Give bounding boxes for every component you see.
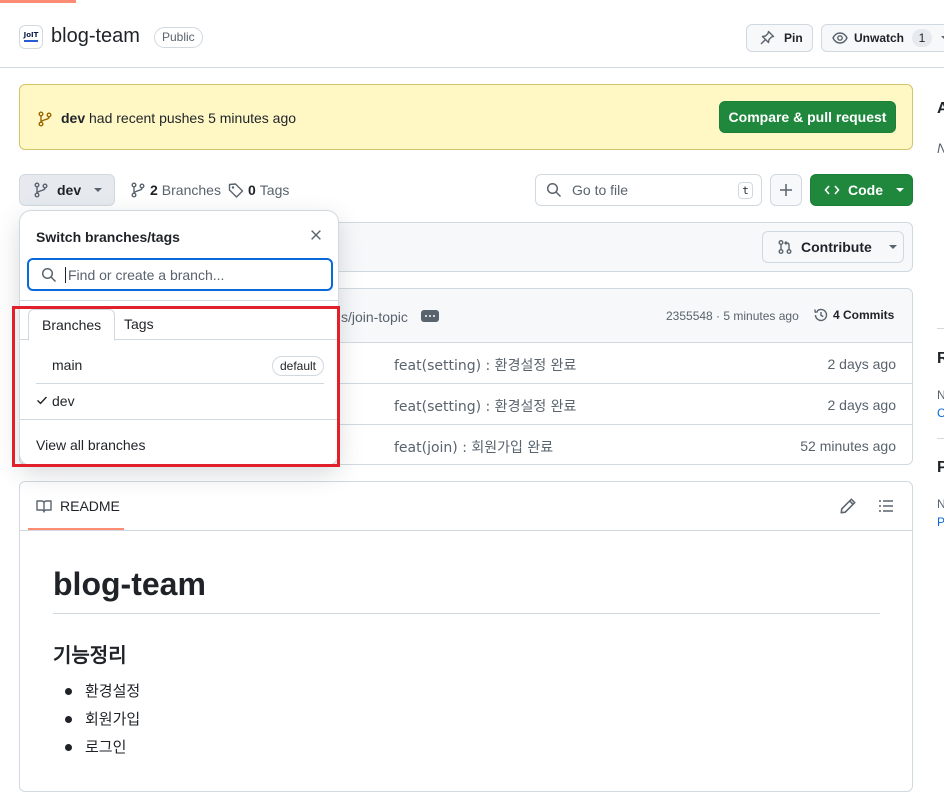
unwatch-label: Unwatch — [854, 31, 905, 45]
search-icon — [546, 182, 562, 198]
push-banner-branch[interactable]: dev — [61, 110, 85, 126]
visibility-badge: Public — [154, 27, 203, 48]
sidebar-fragment: N — [937, 497, 944, 511]
unwatch-button[interactable]: Unwatch 1 — [821, 24, 944, 52]
readme-feature-list: 환경설정 회원가입 로그인 — [65, 679, 140, 763]
close-icon[interactable] — [309, 228, 323, 242]
commits-count-label: 4 Commits — [833, 308, 895, 322]
watch-count: 1 — [912, 29, 933, 47]
sidebar-fragment: A — [937, 100, 944, 117]
readme-tabbar: README — [20, 482, 912, 531]
go-to-file-input[interactable]: Go to file t — [535, 174, 762, 206]
pin-button[interactable]: Pin — [746, 24, 813, 52]
search-icon — [41, 267, 57, 282]
pin-icon — [760, 30, 775, 45]
pin-label: Pin — [784, 31, 803, 45]
tab-readme[interactable]: README — [36, 498, 120, 514]
branch-search-input[interactable]: Find or create a branch... — [27, 258, 333, 291]
repo-header: JoIT blog-team Public Pin Unwatch 1 — [0, 3, 944, 68]
git-pull-request-icon — [778, 240, 792, 254]
file-commit-age: 2 days ago — [827, 356, 897, 372]
sidebar-fragment[interactable]: P — [937, 515, 944, 529]
latest-commit-message[interactable]: s/join-topic — [341, 309, 408, 325]
readme-tab-underline — [28, 528, 124, 530]
readme-title: blog-team — [53, 566, 880, 614]
book-icon — [36, 500, 52, 513]
branches-count: 2 — [150, 182, 158, 198]
chevron-down-icon — [888, 245, 897, 249]
current-branch-label: dev — [57, 182, 82, 198]
branch-search-placeholder: Find or create a branch... — [68, 266, 225, 283]
annotation-highlight-box — [12, 306, 340, 467]
contribute-label: Contribute — [801, 239, 872, 255]
sidebar-fragment[interactable]: C — [937, 406, 944, 420]
repo-avatar[interactable]: JoIT — [19, 25, 43, 49]
commits-history-link[interactable]: 4 Commits — [813, 307, 894, 323]
pencil-icon[interactable] — [839, 497, 857, 515]
plus-icon — [780, 184, 792, 196]
sidebar-divider — [937, 438, 944, 439]
file-commit-age: 52 minutes ago — [800, 438, 896, 454]
git-branch-icon — [131, 182, 145, 198]
readme-tab-label: README — [60, 498, 120, 514]
tags-link[interactable]: 0 Tags — [228, 182, 289, 198]
avatar-text: JoIT — [23, 31, 39, 39]
chevron-down-icon — [94, 188, 103, 192]
file-commit-message[interactable]: feat(setting) : 환경설정 완료 — [394, 355, 576, 375]
branch-select-button[interactable]: dev — [19, 174, 115, 206]
expand-commit-message-button[interactable] — [421, 310, 439, 322]
branches-label: Branches — [161, 182, 221, 198]
file-commit-age: 2 days ago — [827, 397, 897, 413]
repo-name[interactable]: blog-team — [51, 25, 140, 48]
git-branch-icon — [34, 182, 48, 198]
code-icon — [824, 185, 840, 195]
readme-section-heading: 기능정리 — [53, 643, 127, 667]
chevron-down-icon — [896, 188, 904, 192]
go-to-file-placeholder: Go to file — [572, 182, 629, 198]
compare-pull-request-button[interactable]: Compare & pull request — [719, 101, 896, 133]
eye-icon — [832, 32, 848, 44]
chevron-down-icon — [941, 36, 944, 39]
sidebar-divider — [937, 328, 944, 329]
tags-label: Tags — [259, 182, 290, 198]
file-commit-message[interactable]: feat(join) : 회원가입 완료 — [394, 437, 553, 457]
sidebar-fragment: N — [937, 388, 944, 402]
contribute-button[interactable]: Contribute — [762, 231, 904, 263]
latest-commit-hash-time[interactable]: 2355548 · 5 minutes ago — [666, 309, 799, 323]
file-commit-message[interactable]: feat(setting) : 환경설정 완료 — [394, 396, 576, 416]
keyboard-shortcut-hint: t — [738, 182, 753, 199]
readme-panel: README blog-team 기능정리 환경설정 회원가입 로그인 — [19, 481, 913, 792]
sidebar-fragment: P — [937, 459, 944, 476]
dropdown-title: Switch branches/tags — [36, 229, 180, 245]
git-branch-icon — [38, 111, 52, 127]
push-banner-text: dev had recent pushes 5 minutes ago — [61, 110, 296, 126]
tags-count: 0 — [248, 182, 256, 198]
push-banner-message: had recent pushes 5 minutes ago — [89, 110, 297, 126]
tag-icon — [228, 183, 244, 198]
history-icon — [814, 308, 828, 322]
sidebar-fragment: R — [937, 350, 944, 367]
list-unordered-icon[interactable] — [878, 498, 894, 514]
sidebar-fragment: N — [937, 140, 944, 156]
text-cursor — [65, 266, 66, 283]
code-label: Code — [848, 182, 883, 198]
code-button[interactable]: Code — [810, 174, 913, 206]
branches-link[interactable]: 2 Branches — [130, 182, 221, 198]
list-item: 로그인 — [65, 735, 140, 763]
list-item: 환경설정 — [65, 679, 140, 707]
list-item: 회원가입 — [65, 707, 140, 735]
add-file-button[interactable] — [770, 174, 802, 206]
